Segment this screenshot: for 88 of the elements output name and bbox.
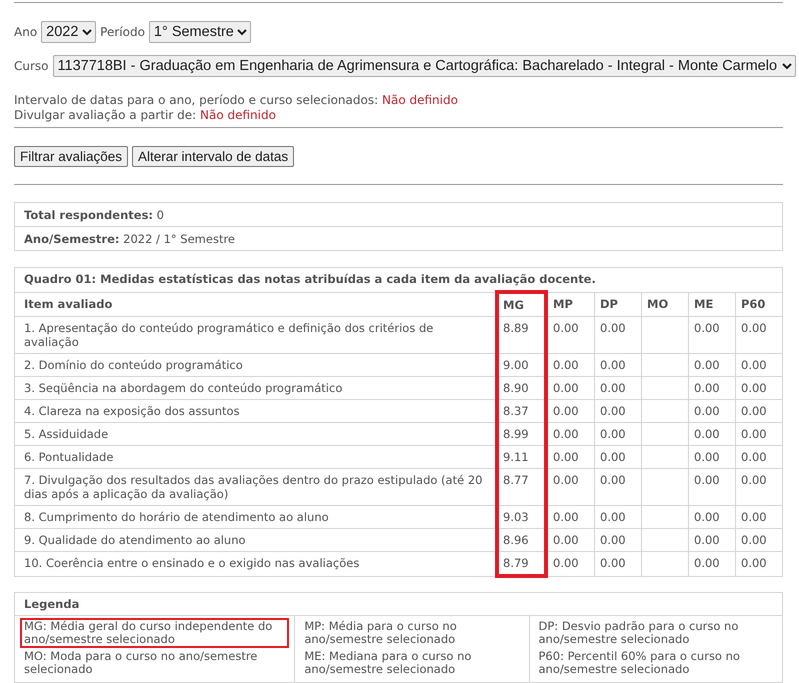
table-cell: 0.00 [688, 422, 736, 446]
column-header: MO [642, 292, 688, 316]
table-cell: 0.00 [546, 354, 594, 376]
table-cell: 0.00 [594, 468, 642, 506]
table-cell: 0.00 [736, 552, 782, 576]
table-cell: 0.00 [736, 376, 782, 400]
legend-entry: P60: Percentil 60% para o curso no ano/semestre selecionado [538, 648, 741, 678]
legend-entry: MO: Moda para o curso no ano/semestre selecionado [23, 648, 258, 678]
year-select[interactable]: 2022 [41, 21, 96, 43]
table-cell: 8.37 [497, 400, 546, 422]
table-cell: 0.00 [688, 400, 736, 422]
table-cell: 0.00 [688, 528, 736, 552]
table-cell: 10. Coerência entre o ensinado e o exigido nas avaliações [14, 552, 497, 576]
legend-title: Legenda [14, 592, 782, 616]
table-cell: 0.00 [594, 552, 642, 576]
table-cell: 4. Clareza na exposição dos assuntos [14, 400, 497, 422]
course-label: Curso [14, 59, 49, 73]
info-label: Divulgar avaliação a partir de: [14, 108, 196, 122]
column-header: DP [594, 292, 642, 316]
table-cell: 8.90 [497, 376, 546, 400]
summary-text: Total respondentes: 0 [14, 202, 782, 226]
table-cell: 0.00 [736, 422, 782, 446]
legend-entry: DP: Desvio padrão para o curso no ano/semestre selecionado [538, 618, 740, 648]
table-cell: 0.00 [546, 468, 594, 506]
table-cell: 8. Cumprimento do horário de atendimento ao aluno [14, 506, 497, 528]
column-header: Item avaliado [14, 292, 497, 316]
legend-entry: ME: Mediana para o curso no ano/semestre selecionado [303, 648, 472, 678]
period-select[interactable]: 1° Semestre [148, 21, 251, 43]
table-cell: 0.00 [688, 376, 736, 400]
table-cell: 9. Qualidade do atendimento ao aluno [14, 528, 497, 552]
column-header: P60 [736, 292, 782, 316]
column-header: ME [688, 292, 736, 316]
table-cell: 9.00 [497, 354, 546, 376]
action-button[interactable]: Alterar intervalo de datas [132, 146, 294, 167]
table-cell: 3. Seqüência na abordagem do conteúdo programático [14, 376, 497, 400]
table-cell: 0.00 [546, 376, 594, 400]
table-cell: 6. Pontualidade [14, 446, 497, 468]
course-select[interactable]: 1137718BI - Graduação em Engenharia de Agrimensura e Cartográfica: Bacharelado - Integral - Monte Carmelo [52, 55, 796, 77]
table-cell: 0.00 [688, 446, 736, 468]
table-cell: 0.00 [688, 354, 736, 376]
table-cell: 5. Assiduidade [14, 422, 497, 446]
table-cell: 1. Apresentação do conteúdo programático e definição dos critérios de avaliação [14, 316, 497, 354]
table-cell: 8.89 [497, 316, 546, 354]
table-cell: 0.00 [594, 354, 642, 376]
table-cell: 7. Divulgação dos resultados das avaliações dentro do prazo estipulado (até 20 dias após a aplicação da avaliação) [14, 468, 497, 506]
table-cell: 0.00 [736, 446, 782, 468]
period-label: Período [100, 25, 145, 39]
table-cell: 0.00 [594, 422, 642, 446]
table-cell: 0.00 [736, 506, 782, 528]
table-cell: 0.00 [594, 400, 642, 422]
table-cell: 0.00 [688, 316, 736, 354]
table-cell: 0.00 [736, 528, 782, 552]
table-cell: 0.00 [736, 468, 782, 506]
info-value: Não definido [382, 93, 458, 107]
table-cell: 0.00 [688, 552, 736, 576]
table-cell: 9.03 [497, 506, 546, 528]
table-cell: 0.00 [594, 506, 642, 528]
column-header: MG [497, 292, 546, 316]
table-cell: 0.00 [546, 422, 594, 446]
table-cell: 0.00 [546, 552, 594, 576]
table-cell: 0.00 [546, 528, 594, 552]
table-cell: 8.79 [497, 552, 546, 576]
table-cell: 0.00 [688, 506, 736, 528]
table-cell: 0.00 [736, 354, 782, 376]
table-cell: 0.00 [546, 400, 594, 422]
table-cell: 8.77 [497, 468, 546, 506]
table-cell: 8.96 [497, 528, 546, 552]
legend-entry: MP: Média para o curso no ano/semestre selecionado [303, 618, 458, 648]
table-cell: 0.00 [546, 506, 594, 528]
table-cell: 2. Domínio do conteúdo programático [14, 354, 497, 376]
table-cell: 0.00 [688, 468, 736, 506]
table-cell: 0.00 [594, 376, 642, 400]
summary-text: Ano/Semestre: 2022 / 1° Semestre [14, 226, 782, 250]
table-cell: 8.99 [497, 422, 546, 446]
table-cell: 9.11 [497, 446, 546, 468]
table-cell: 0.00 [736, 316, 782, 354]
table-cell: 0.00 [594, 316, 642, 354]
table-title: Quadro 01: Medidas estatísticas das notas atribuídas a cada item da avaliação docente. [14, 268, 782, 292]
action-button[interactable]: Filtrar avaliações [14, 146, 128, 167]
info-value: Não definido [200, 108, 276, 122]
table-cell: 0.00 [546, 446, 594, 468]
table-cell: 0.00 [736, 400, 782, 422]
info-label: Intervalo de datas para o ano, período e curso selecionados: [14, 93, 378, 107]
year-label: Ano [14, 25, 38, 39]
table-cell: 0.00 [594, 528, 642, 552]
table-cell: 0.00 [594, 446, 642, 468]
legend-entry: MG: Média geral do curso independente do ano/semestre selecionado [20, 618, 290, 648]
table-cell: 0.00 [546, 316, 594, 354]
